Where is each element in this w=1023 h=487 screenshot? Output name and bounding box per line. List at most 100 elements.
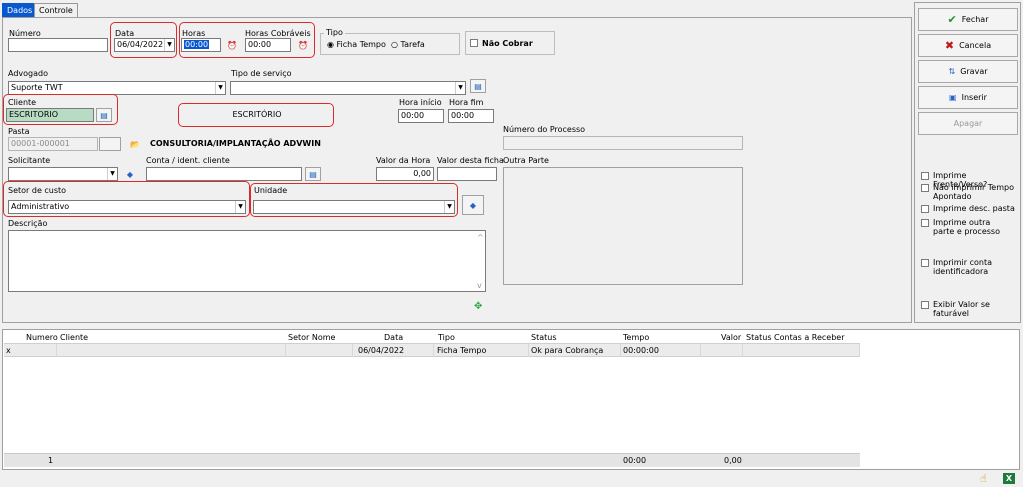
- hora-fim-input[interactable]: 00:00: [448, 109, 494, 123]
- hora-inicio-label: Hora início: [399, 98, 442, 107]
- horas-cobraveis-input[interactable]: 00:00: [245, 38, 291, 52]
- data-value: 06/04/2022: [117, 40, 164, 49]
- col-cliente[interactable]: Cliente: [60, 333, 88, 343]
- checkbox-box: [921, 219, 929, 227]
- lookup-icon[interactable]: ▤: [470, 79, 486, 93]
- advogado-label: Advogado: [8, 69, 48, 78]
- conta-ident-checkbox[interactable]: Imprimir conta identificadora: [921, 258, 1001, 276]
- outra-parte-checkbox[interactable]: Imprime outra parte e processo: [921, 218, 1011, 236]
- inserir-button[interactable]: ▣ Inserir: [918, 86, 1018, 109]
- unidade-select[interactable]: ▼: [253, 200, 455, 214]
- tipo-radio-ficha[interactable]: ◉ Ficha Tempo: [327, 40, 386, 50]
- conta-label: Conta / ident. cliente: [146, 156, 230, 165]
- footer-tempo: 00:00: [623, 456, 647, 465]
- hand-icon[interactable]: ☝: [980, 472, 987, 485]
- pasta-button[interactable]: [99, 137, 121, 151]
- exibir-valor-checkbox[interactable]: Exibir Valor se faturável: [921, 300, 1001, 318]
- desc-pasta-label: Imprime desc. pasta: [933, 204, 1015, 213]
- apagar-button[interactable]: Apagar: [918, 112, 1018, 135]
- outra-parte-input[interactable]: [503, 167, 743, 285]
- inserir-label: Inserir: [961, 93, 987, 102]
- tipo-opt1-label: Ficha Tempo: [336, 40, 386, 49]
- cell-tempo: 00:00:00: [623, 344, 701, 357]
- num-processo-input[interactable]: [503, 136, 743, 150]
- lookup-icon[interactable]: ▤: [305, 167, 321, 181]
- setor-value: Administrativo: [11, 202, 70, 211]
- scroll-down-icon[interactable]: v: [477, 281, 482, 291]
- tab-dados[interactable]: Dados: [2, 3, 38, 18]
- col-tipo[interactable]: Tipo: [438, 333, 455, 343]
- excel-icon[interactable]: X: [1003, 473, 1015, 484]
- tab-controle[interactable]: Controle: [34, 3, 78, 18]
- descricao-label: Descrição: [8, 219, 48, 228]
- nao-cobrar-checkbox[interactable]: Não Cobrar: [470, 39, 533, 49]
- valor-hora-input[interactable]: 0,00: [376, 167, 434, 181]
- col-status-contas[interactable]: Status Contas a Receber: [746, 333, 845, 343]
- checkbox-box: [921, 205, 929, 213]
- cell-setor: [287, 344, 353, 357]
- advogado-value: Suporte TWT: [11, 83, 63, 92]
- cell-data: 06/04/2022: [358, 344, 434, 357]
- checkbox-box: [921, 259, 929, 267]
- nao-cobrar-label: Não Cobrar: [482, 39, 533, 48]
- lookup-icon[interactable]: ▤: [96, 108, 112, 122]
- fechar-button[interactable]: ✔ Fechar: [918, 8, 1018, 31]
- valor-hora-label: Valor da Hora: [376, 156, 431, 165]
- chevron-down-icon[interactable]: ▼: [164, 39, 174, 51]
- cliente-desc: ESCRITÓRIO: [232, 110, 282, 119]
- tipo-label: Tipo: [324, 28, 345, 38]
- descricao-textarea[interactable]: [8, 230, 486, 292]
- chevron-down-icon[interactable]: ▼: [107, 168, 117, 180]
- chevron-down-icon[interactable]: ▼: [235, 201, 245, 213]
- col-setor[interactable]: Setor Nome: [288, 333, 335, 343]
- chevron-down-icon[interactable]: ▼: [444, 201, 454, 213]
- valor-ficha-label: Valor desta ficha: [437, 156, 504, 165]
- pasta-label: Pasta: [8, 127, 30, 136]
- hora-inicio-input[interactable]: 00:00: [398, 109, 444, 123]
- cliente-input[interactable]: ESCRITORIO: [6, 108, 94, 122]
- row-marker: x: [6, 346, 11, 355]
- checkbox-box: [470, 39, 478, 47]
- save-icon: ⇅: [948, 67, 956, 76]
- checkbox-box: [921, 172, 929, 180]
- col-numero[interactable]: Numero: [26, 333, 58, 343]
- valor-ficha-input[interactable]: [437, 167, 497, 181]
- col-tempo[interactable]: Tempo: [623, 333, 649, 343]
- eraser-icon[interactable]: ◆: [462, 195, 484, 215]
- eraser-icon[interactable]: ◆: [122, 167, 138, 181]
- tipo-servico-select[interactable]: ▼: [230, 81, 466, 95]
- alarm-clock-icon[interactable]: ⏰: [224, 38, 240, 52]
- solicitante-select[interactable]: ▼: [8, 167, 118, 181]
- chevron-down-icon[interactable]: ▼: [215, 82, 225, 94]
- expand-icon[interactable]: ✥: [474, 302, 482, 312]
- exibir-valor-label: Exibir Valor se faturável: [933, 300, 990, 318]
- gravar-label: Gravar: [960, 67, 988, 76]
- col-valor[interactable]: Valor: [721, 333, 741, 343]
- desc-pasta-checkbox[interactable]: Imprime desc. pasta: [921, 204, 1015, 213]
- advogado-select[interactable]: Suporte TWT ▼: [8, 81, 226, 95]
- nao-imprimir-label: Não imprimir Tempo Apontado: [933, 183, 1014, 201]
- cell-status: Ok para Cobrança: [531, 344, 621, 357]
- footer-count: 1: [48, 456, 54, 465]
- gravar-button[interactable]: ⇅ Gravar: [918, 60, 1018, 83]
- data-input[interactable]: 06/04/2022 ▼: [114, 38, 175, 52]
- setor-select[interactable]: Administrativo ▼: [8, 200, 246, 214]
- pasta-input[interactable]: 00001-000001: [8, 137, 98, 151]
- tipo-radio-tarefa[interactable]: ○ Tarefa: [391, 40, 425, 50]
- outra-parte-opt-label: Imprime outra parte e processo: [933, 218, 1000, 236]
- cell-status-contas: [745, 344, 860, 357]
- checkbox-box: [921, 301, 929, 309]
- numero-input[interactable]: [8, 38, 108, 52]
- alarm-clock-icon[interactable]: ⏰: [295, 38, 311, 52]
- fechar-label: Fechar: [961, 15, 989, 24]
- nao-imprimir-checkbox[interactable]: Não imprimir Tempo Apontado: [921, 183, 1019, 201]
- chevron-down-icon[interactable]: ▼: [455, 82, 465, 94]
- scroll-up-icon[interactable]: ^: [477, 233, 484, 243]
- col-data[interactable]: Data: [384, 333, 403, 343]
- cancelar-label: Cancela: [959, 41, 992, 50]
- col-status[interactable]: Status: [531, 333, 557, 343]
- open-folder-icon[interactable]: 📂: [127, 137, 143, 151]
- horas-input[interactable]: 00:00: [181, 38, 221, 52]
- conta-input[interactable]: [146, 167, 302, 181]
- cancelar-button[interactable]: ✖ Cancela: [918, 34, 1018, 57]
